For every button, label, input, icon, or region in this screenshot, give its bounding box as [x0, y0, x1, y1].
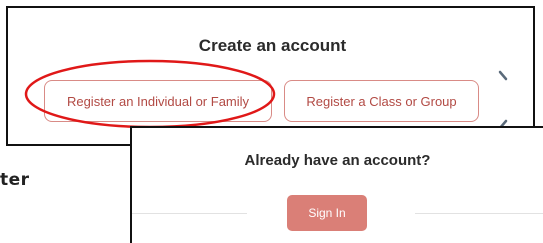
register-individual-label: Register an Individual or Family	[66, 93, 250, 109]
sign-in-panel: Already have an account? Sign In	[130, 126, 543, 243]
chevron-right-icon[interactable]	[494, 70, 512, 88]
divider-left	[132, 213, 247, 214]
divider-right	[415, 213, 543, 214]
sign-in-label: Sign In	[308, 206, 346, 220]
create-account-title: Create an account	[198, 36, 347, 55]
register-individual-button[interactable]: Register an Individual or Family	[44, 80, 272, 122]
register-class-label: Register a Class or Group	[306, 93, 457, 109]
register-class-button[interactable]: Register a Class or Group	[284, 80, 479, 122]
sign-in-title: Already have an account?	[244, 152, 431, 169]
create-account-panel: Create an account Register an Individual…	[6, 6, 535, 146]
screenshot-stage: ter Create an account Register an Indivi…	[0, 0, 543, 243]
background-text-fragment: ter	[0, 170, 30, 190]
sign-in-button[interactable]: Sign In	[287, 195, 367, 231]
